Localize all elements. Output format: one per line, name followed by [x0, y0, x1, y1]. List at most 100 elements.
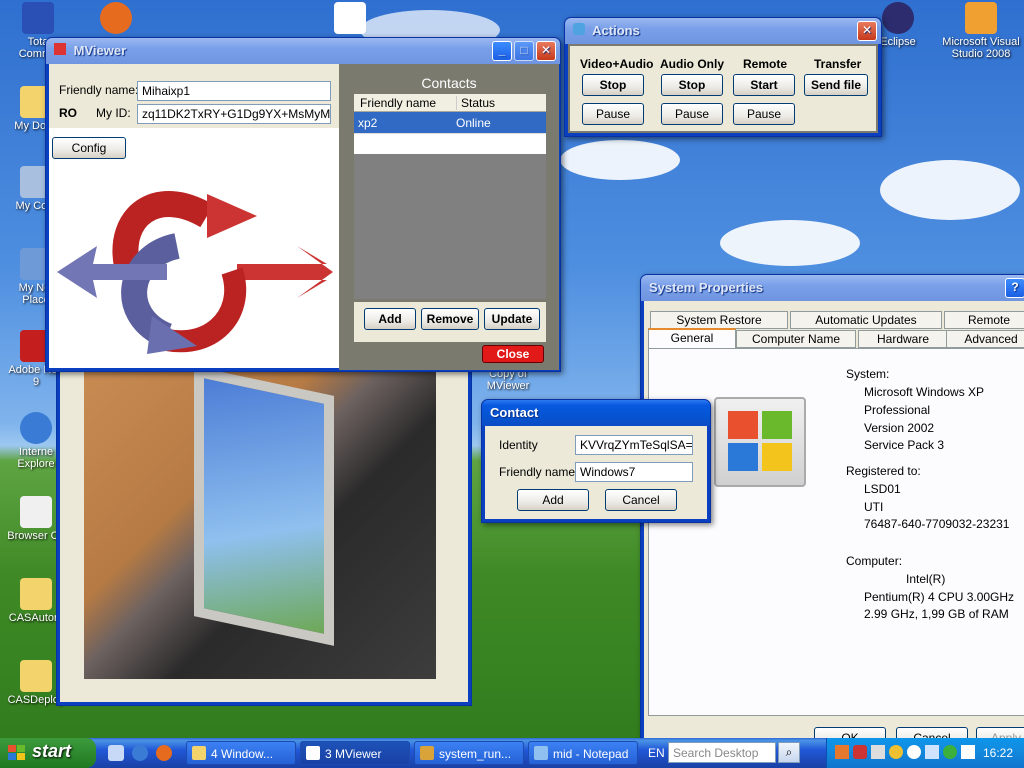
visual-studio-icon — [965, 2, 997, 34]
tray-search-icon[interactable] — [907, 745, 921, 759]
friendly-name-field[interactable]: Windows7 — [575, 462, 693, 482]
actions-titlebar[interactable]: Actions ✕ — [565, 18, 881, 44]
tab-remote[interactable]: Remote — [944, 311, 1024, 329]
add-contact-button[interactable]: Add — [364, 308, 416, 330]
quicklaunch-firefox-icon[interactable] — [156, 745, 172, 761]
start-label: start — [32, 741, 72, 761]
desktop-icon-document[interactable] — [314, 2, 386, 36]
identity-label: Identity — [499, 438, 538, 452]
contacts-header: Friendly name Status — [354, 94, 546, 112]
search-icon[interactable]: ⌕ — [778, 742, 800, 763]
tab-hardware[interactable]: Hardware — [858, 330, 948, 348]
computer-line: Intel(R) — [906, 572, 946, 586]
my-id-field[interactable]: zq11DK2TxRY+G1Dg9YX+MsMyMEw — [137, 104, 331, 124]
remote-start-button[interactable]: Start — [733, 74, 795, 96]
column-header-status[interactable]: Status — [456, 96, 495, 110]
remove-contact-button[interactable]: Remove — [421, 308, 479, 330]
tray-icon-1[interactable] — [835, 745, 849, 759]
cancel-button[interactable]: Cancel — [605, 489, 677, 511]
quicklaunch-ie-icon[interactable] — [132, 745, 148, 761]
computer-line: 2.99 GHz, 1,99 GB of RAM — [864, 607, 1009, 621]
identity-field[interactable]: KVVrqZYmTeSqlSA== — [575, 435, 693, 455]
video-audio-header: Video+Audio — [580, 57, 654, 71]
tray-volume-icon[interactable] — [925, 745, 939, 759]
send-file-button[interactable]: Send file — [804, 74, 868, 96]
table-row-empty[interactable] — [354, 133, 546, 154]
tab-general[interactable]: General — [648, 328, 736, 348]
taskbar-task-mviewer[interactable]: 3 MViewer — [300, 741, 410, 765]
friendly-name-label: Friendly name — [499, 465, 576, 479]
registered-line: LSD01 — [864, 482, 901, 496]
tray-app-icon[interactable] — [961, 745, 975, 759]
window-title: MViewer — [73, 43, 127, 58]
audio-only-stop-button[interactable]: Stop — [661, 74, 723, 96]
remote-pause-button[interactable]: Pause — [733, 103, 795, 125]
task-label: 3 MViewer — [325, 747, 382, 761]
task-label: system_run... — [439, 747, 512, 761]
windows-logo-icon — [714, 397, 806, 487]
tray-network-icon[interactable] — [871, 745, 885, 759]
taskbar-task-windows[interactable]: 4 Window... — [186, 741, 296, 765]
minimize-button[interactable]: _ — [492, 41, 512, 61]
update-contact-button[interactable]: Update — [484, 308, 540, 330]
config-button[interactable]: Config — [52, 137, 126, 159]
task-label: mid - Notepad — [553, 747, 629, 761]
document-icon — [334, 2, 366, 34]
audio-only-header: Audio Only — [660, 57, 724, 71]
tab-advanced[interactable]: Advanced — [946, 330, 1024, 348]
registered-line: 76487-640-7709032-23231 — [864, 517, 1010, 531]
floppy-icon — [22, 2, 54, 34]
eclipse-icon — [882, 2, 914, 34]
mviewer-titlebar[interactable]: MViewer _ □ ✕ — [46, 38, 560, 64]
folder-icon — [20, 660, 52, 692]
checklist-icon — [20, 496, 52, 528]
contact-client: Identity KVVrqZYmTeSqlSA== Friendly name… — [485, 426, 707, 519]
table-row[interactable]: xp2 Online — [354, 112, 546, 133]
ie-icon — [20, 412, 52, 444]
desktop-icon-firefox[interactable] — [80, 2, 152, 36]
add-button[interactable]: Add — [517, 489, 589, 511]
windows-flag-icon — [8, 745, 26, 761]
contact-titlebar[interactable]: Contact — [482, 400, 710, 426]
desktop-search-input[interactable]: Search Desktop — [668, 742, 776, 763]
tab-automatic-updates[interactable]: Automatic Updates — [790, 311, 942, 329]
close-icon[interactable]: ✕ — [536, 41, 556, 61]
tab-system-restore[interactable]: System Restore — [650, 311, 788, 329]
computer-heading: Computer: — [846, 554, 903, 568]
webcam-window — [56, 362, 472, 706]
mviewer-window: MViewer _ □ ✕ Friendly name: Mihaixp1 RO… — [45, 37, 561, 372]
ro-label: RO — [59, 106, 77, 120]
contacts-table: Friendly name Status xp2 Online — [354, 94, 546, 299]
app-icon — [54, 43, 66, 55]
taskbar-task-notepad[interactable]: mid - Notepad — [528, 741, 638, 765]
system-line: Version 2002 — [864, 421, 935, 435]
remote-header: Remote — [743, 57, 788, 71]
window-title: Actions — [592, 23, 640, 38]
taskbar-task-system-run[interactable]: system_run... — [414, 741, 524, 765]
language-indicator[interactable]: EN — [648, 746, 665, 760]
tray-security-icon[interactable] — [889, 745, 903, 759]
help-icon[interactable]: ? — [1005, 278, 1024, 298]
system-heading: System: — [846, 367, 890, 381]
quicklaunch-show-desktop-icon[interactable] — [108, 745, 124, 761]
desktop-icon-visual-studio[interactable]: Microsoft Visual Studio 2008 — [938, 2, 1024, 60]
tray-update-icon[interactable] — [943, 745, 957, 759]
tab-computer-name[interactable]: Computer Name — [736, 330, 856, 348]
close-icon[interactable]: ✕ — [857, 21, 877, 41]
friendly-name-field[interactable]: Mihaixp1 — [137, 81, 331, 101]
system-properties-titlebar[interactable]: System Properties ? — [641, 275, 1024, 301]
tray-shield-icon[interactable] — [853, 745, 867, 759]
webcam-image — [84, 371, 436, 679]
maximize-button[interactable]: □ — [514, 41, 534, 61]
close-button[interactable]: Close — [482, 345, 544, 363]
audio-only-pause-button[interactable]: Pause — [661, 103, 723, 125]
transfer-header: Transfer — [814, 57, 862, 71]
video-audio-pause-button[interactable]: Pause — [582, 103, 644, 125]
window-title: System Properties — [649, 280, 764, 295]
contact-name: xp2 — [358, 116, 378, 130]
column-header-friendly-name[interactable]: Friendly name — [360, 96, 436, 110]
video-audio-stop-button[interactable]: Stop — [582, 74, 644, 96]
firefox-icon — [100, 2, 132, 34]
clock[interactable]: 16:22 — [983, 746, 1013, 760]
start-button[interactable]: start — [0, 738, 96, 768]
